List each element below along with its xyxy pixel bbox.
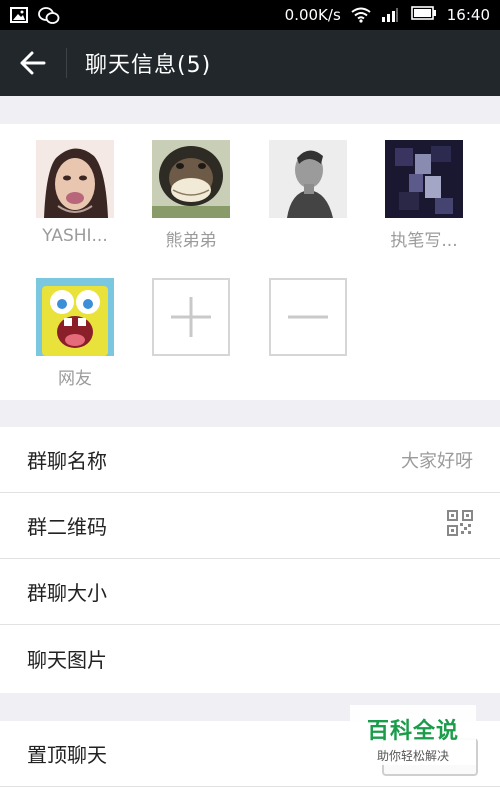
group-name-value: 大家好呀: [401, 450, 473, 472]
network-speed: 0.00K/s: [284, 6, 341, 24]
wifi-icon: [351, 7, 371, 23]
plus-icon: [171, 297, 211, 337]
member-name: 熊弟弟: [165, 231, 217, 251]
member-name: 执笔写...: [390, 231, 458, 251]
group-qr-code-label: 群二维码: [27, 515, 107, 539]
member-item[interactable]: [258, 140, 358, 247]
group-name-row[interactable]: 群聊名称 大家好呀: [0, 427, 500, 493]
title-divider: [66, 48, 67, 78]
signal-icon: [381, 7, 401, 23]
group-size-row[interactable]: 群聊大小: [0, 559, 500, 625]
group-size-label: 群聊大小: [27, 581, 107, 605]
member-item[interactable]: YASHI...: [25, 140, 125, 246]
avatar: [152, 140, 230, 218]
member-name: [258, 226, 358, 247]
chat-images-label: 聊天图片: [27, 647, 107, 672]
member-item[interactable]: 网友: [25, 278, 125, 389]
remove-member-button[interactable]: [258, 278, 358, 356]
battery-icon: [410, 6, 437, 24]
clock: 16:40: [446, 6, 490, 24]
avatar: [36, 278, 114, 356]
watermark-logo: 百科全说 助你轻松解决: [350, 705, 476, 765]
watermark-subtitle: 助你轻松解决: [376, 749, 449, 763]
group-qr-code-row[interactable]: 群二维码: [0, 493, 500, 559]
watermark-title: 百科全说: [366, 719, 459, 744]
member-grid: YASHI... 熊弟弟 执笔写... 网友: [0, 124, 500, 400]
pin-chat-label: 置顶聊天: [27, 743, 107, 767]
add-member-button[interactable]: [141, 278, 241, 356]
avatar: [385, 140, 463, 218]
remove-member-box[interactable]: [269, 278, 347, 356]
gallery-notification-icon: [10, 7, 30, 23]
member-name: 网友: [58, 369, 92, 389]
member-name: YASHI...: [42, 226, 108, 246]
group-name-label: 群聊名称: [27, 449, 107, 473]
status-bar: 0.00K/s 16:40: [0, 0, 500, 30]
group-settings: 群聊名称 大家好呀 群二维码 群聊大小 聊天图片: [0, 427, 500, 693]
qr-code-icon: [447, 510, 473, 541]
page-title: 聊天信息(5): [85, 53, 212, 78]
minus-icon: [288, 315, 328, 319]
member-item[interactable]: 熊弟弟: [141, 140, 241, 251]
wechat-notification-icon: [38, 7, 60, 24]
avatar: [36, 140, 114, 218]
avatar: [269, 140, 347, 218]
back-button[interactable]: [0, 30, 66, 96]
chat-images-row[interactable]: 聊天图片: [0, 625, 500, 691]
member-item[interactable]: 执笔写...: [374, 140, 474, 251]
add-member-box[interactable]: [152, 278, 230, 356]
title-bar: 聊天信息(5): [0, 30, 500, 96]
arrow-left-icon: [20, 51, 46, 75]
